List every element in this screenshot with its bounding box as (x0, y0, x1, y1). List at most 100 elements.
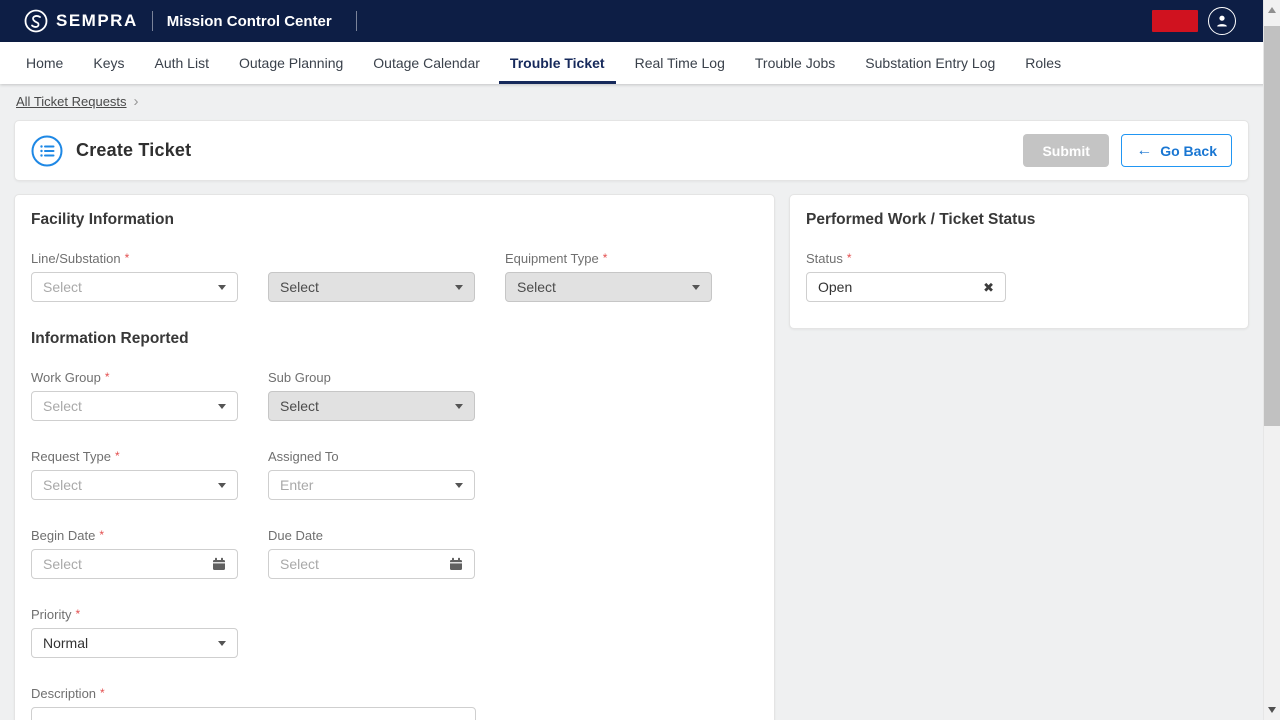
assigned-to-field: Assigned To Enter (268, 449, 475, 500)
clear-icon[interactable]: ✖ (983, 281, 994, 294)
description-label: Description* (31, 686, 758, 701)
equipment-type-field: Equipment Type* Select (505, 251, 712, 302)
tab-trouble-ticket[interactable]: Trouble Ticket (495, 42, 620, 84)
select-placeholder: Select (43, 556, 212, 572)
description-textarea[interactable] (31, 707, 476, 720)
select-placeholder: Enter (280, 477, 455, 493)
chevron-down-icon (455, 404, 463, 409)
page-title: Create Ticket (76, 140, 191, 161)
line-substation-label: Line/Substation * (31, 251, 238, 266)
due-date-field: Due Date Select (268, 528, 475, 579)
label-text: Status (806, 251, 843, 266)
select-placeholder: Select (517, 279, 692, 295)
label-text: Line/Substation (31, 251, 121, 266)
calendar-icon (449, 557, 463, 571)
label-text: Priority (31, 607, 71, 622)
assigned-to-select[interactable]: Enter (268, 470, 475, 500)
required-marker: * (847, 251, 852, 265)
due-date-picker[interactable]: Select (268, 549, 475, 579)
chevron-down-icon (218, 641, 226, 646)
begin-date-picker[interactable]: Select (31, 549, 238, 579)
scrollbar-thumb[interactable] (1264, 26, 1280, 426)
sub-group-label: Sub Group (268, 370, 475, 385)
red-button[interactable] (1152, 10, 1198, 32)
tab-home[interactable]: Home (11, 42, 78, 84)
request-type-field: Request Type * Select (31, 449, 238, 500)
page-content: All Ticket Requests › Create Ticket Subm… (0, 84, 1280, 720)
scrollbar-up-icon[interactable] (1268, 7, 1276, 13)
chevron-down-icon (218, 285, 226, 290)
back-arrow-icon: ← (1136, 143, 1152, 159)
select-placeholder: Select (280, 279, 455, 295)
header-divider (356, 11, 357, 31)
label-text: Assigned To (268, 449, 339, 464)
ticket-form-card: Facility Information Line/Substation * Se… (14, 194, 775, 720)
ticket-status-card: Performed Work / Ticket Status Status * O… (789, 194, 1249, 329)
go-back-button[interactable]: ← Go Back (1121, 134, 1232, 167)
sub-group-field: Sub Group Select (268, 370, 475, 421)
information-reported-heading: Information Reported (31, 330, 758, 348)
tab-real-time-log[interactable]: Real Time Log (620, 42, 740, 84)
required-marker: * (75, 607, 80, 621)
chevron-down-icon (692, 285, 700, 290)
priority-label: Priority * (31, 607, 238, 622)
select-placeholder: Select (280, 556, 449, 572)
tab-roles[interactable]: Roles (1010, 42, 1076, 84)
label-text: Request Type (31, 449, 111, 464)
request-type-select[interactable]: Select (31, 470, 238, 500)
status-label: Status * (806, 251, 1006, 266)
status-select[interactable]: Open ✖ (806, 272, 1006, 302)
required-marker: * (105, 370, 110, 384)
submit-button[interactable]: Submit (1023, 134, 1109, 167)
line-substation-field: Line/Substation * Select (31, 251, 238, 302)
select-value: Open (818, 279, 983, 295)
app-title: Mission Control Center (167, 13, 332, 30)
work-group-select[interactable]: Select (31, 391, 238, 421)
sempra-logo-icon (24, 9, 48, 33)
begin-date-field: Begin Date* Select (31, 528, 238, 579)
facility-information-heading: Facility Information (31, 211, 758, 229)
required-marker: * (125, 251, 130, 265)
main-nav: Home Keys Auth List Outage Planning Outa… (0, 42, 1280, 84)
facility-secondary-select: Select (268, 272, 475, 302)
assigned-to-label: Assigned To (268, 449, 475, 464)
breadcrumb-chevron-icon: › (134, 94, 139, 109)
tab-substation-entry-log[interactable]: Substation Entry Log (850, 42, 1010, 84)
tab-auth-list[interactable]: Auth List (139, 42, 223, 84)
chevron-down-icon (455, 483, 463, 488)
create-ticket-header-card: Create Ticket Submit ← Go Back (14, 120, 1249, 181)
sub-group-select: Select (268, 391, 475, 421)
brand-name: SEMPRA (56, 11, 138, 31)
select-placeholder: Select (43, 477, 218, 493)
equipment-type-label: Equipment Type* (505, 251, 712, 266)
label-text: Description (31, 686, 96, 701)
due-date-label: Due Date (268, 528, 475, 543)
header-divider (152, 11, 153, 31)
work-group-label: Work Group * (31, 370, 238, 385)
select-placeholder: Select (43, 279, 218, 295)
top-header: SEMPRA Mission Control Center (0, 0, 1280, 42)
select-value: Normal (43, 635, 218, 651)
performed-work-heading: Performed Work / Ticket Status (806, 211, 1232, 229)
work-group-field: Work Group * Select (31, 370, 238, 421)
user-avatar-button[interactable] (1208, 7, 1236, 35)
chevron-down-icon (455, 285, 463, 290)
vertical-scrollbar[interactable] (1263, 0, 1280, 720)
required-marker: * (115, 449, 120, 463)
chevron-down-icon (218, 483, 226, 488)
select-placeholder: Select (280, 398, 455, 414)
ticket-list-icon (31, 135, 63, 167)
calendar-icon (212, 557, 226, 571)
tab-keys[interactable]: Keys (78, 42, 139, 84)
label-text: Work Group (31, 370, 101, 385)
select-placeholder: Select (43, 398, 218, 414)
tab-outage-calendar[interactable]: Outage Calendar (358, 42, 495, 84)
scrollbar-down-icon[interactable] (1268, 707, 1276, 713)
breadcrumb-link-all-ticket-requests[interactable]: All Ticket Requests (16, 94, 127, 109)
line-substation-select[interactable]: Select (31, 272, 238, 302)
tab-outage-planning[interactable]: Outage Planning (224, 42, 358, 84)
tab-trouble-jobs[interactable]: Trouble Jobs (740, 42, 850, 84)
priority-field: Priority * Normal (31, 607, 238, 658)
priority-select[interactable]: Normal (31, 628, 238, 658)
go-back-label: Go Back (1160, 143, 1217, 159)
